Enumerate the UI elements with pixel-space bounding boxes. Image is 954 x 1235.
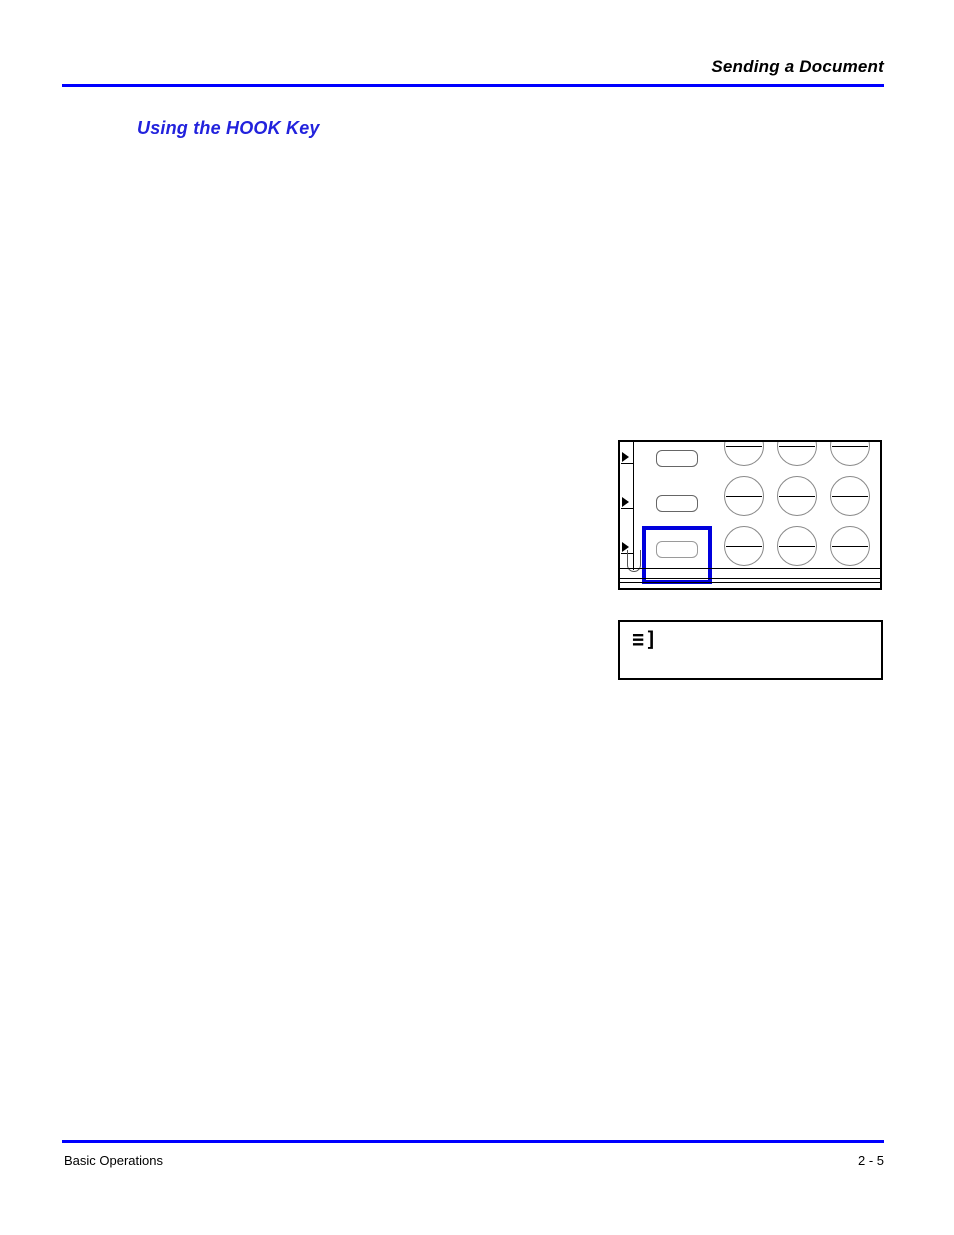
keypad-button[interactable] [777,526,817,566]
keypad-button[interactable] [724,442,764,466]
control-panel-figure [618,440,882,590]
keypad-button[interactable] [830,476,870,516]
lcd-display-text: ≡] [632,627,659,651]
footer-rule [62,1140,884,1143]
keypad-button[interactable] [777,442,817,466]
keypad-button[interactable] [830,526,870,566]
lcd-display-figure: ≡] [618,620,883,680]
header-rule [62,84,884,87]
page-number: 2 - 5 [857,1153,884,1168]
led-arrow-icon [622,452,629,462]
led-underline [621,463,633,464]
page-header: Sending a Document [62,56,884,96]
function-key-1[interactable] [656,450,698,467]
hook-key-highlight-box [642,526,712,584]
panel-divider [620,578,880,579]
footer-chapter-label: Basic Operations [64,1153,163,1168]
led-arrow-icon [622,497,629,507]
body-text [137,160,597,1060]
keypad-button[interactable] [724,526,764,566]
function-key-2[interactable] [656,495,698,512]
header-title: Sending a Document [711,57,884,76]
panel-divider [620,568,880,569]
led-underline [621,508,633,509]
keypad-grid [720,442,880,570]
panel-divider [620,582,880,583]
keypad-button[interactable] [830,442,870,466]
keypad-button[interactable] [724,476,764,516]
page-footer: Basic Operations 2 - 5 [62,1140,884,1180]
keypad-button[interactable] [777,476,817,516]
page-title: Using the HOOK Key [137,118,320,138]
